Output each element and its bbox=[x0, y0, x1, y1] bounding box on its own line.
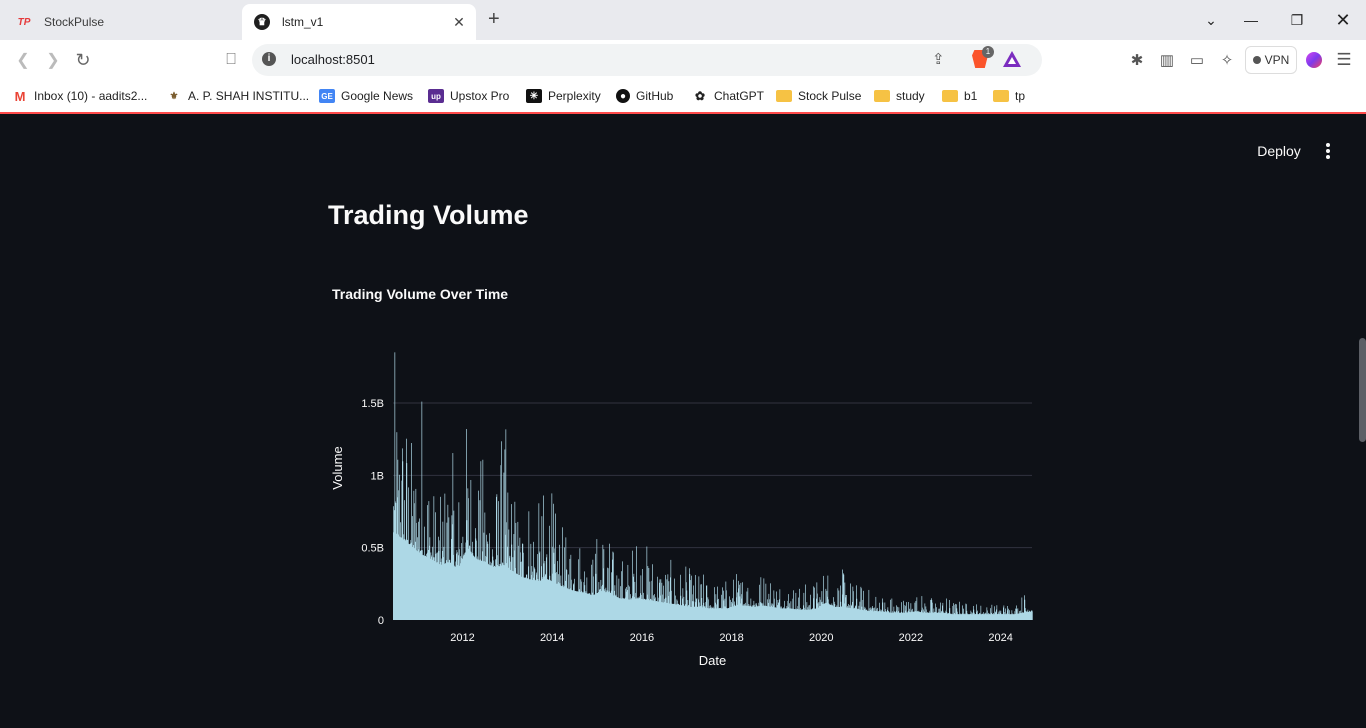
gmail-icon: M bbox=[14, 88, 26, 104]
minimize-icon[interactable]: — bbox=[1228, 0, 1274, 40]
brave-rewards-icon[interactable] bbox=[1003, 51, 1021, 67]
new-tab-icon[interactable]: + bbox=[488, 9, 500, 29]
bookmark-label: Upstox Pro bbox=[450, 89, 510, 103]
github-icon: ● bbox=[616, 89, 630, 103]
volume-chart[interactable]: 0 0.5B 1B 1.5B 2012 2014 2016 2018 2020 2022 2024 D… bbox=[320, 348, 1040, 678]
y-axis-title: Volume bbox=[330, 446, 345, 489]
page-scrollbar[interactable] bbox=[1359, 338, 1366, 442]
bookmark-label: Google News bbox=[341, 89, 414, 103]
bookmark-label: ChatGPT bbox=[714, 89, 765, 103]
page-title: Trading Volume bbox=[328, 200, 529, 230]
y-tick-label: 0.5B bbox=[361, 543, 384, 555]
y-tick-label: 0 bbox=[378, 615, 384, 627]
bookmark-label: b1 bbox=[964, 89, 978, 103]
wallet-icon[interactable]: ▭ bbox=[1187, 50, 1207, 70]
bookmark-label: GitHub bbox=[636, 89, 674, 103]
x-tick-label: 2018 bbox=[719, 632, 743, 644]
tab-strip: TP StockPulse ♛ lstm_v1 ✕ + ⌄ — ❐ ✕ bbox=[0, 0, 1366, 40]
vpn-label: VPN bbox=[1264, 53, 1290, 67]
bookmark-apshah[interactable]: ⚜ A. P. SHAH INSTITU... bbox=[166, 87, 310, 105]
streamlit-app: Deploy Trading Volume Trading Volume Ove… bbox=[0, 116, 1366, 728]
x-tick-label: 2022 bbox=[899, 632, 923, 644]
leo-ai-icon[interactable]: ✧ bbox=[1217, 50, 1237, 70]
bookmark-label: Perplexity bbox=[548, 89, 601, 103]
shields-count-badge: 1 bbox=[982, 46, 994, 58]
x-tick-label: 2016 bbox=[630, 632, 654, 644]
tab-lstm-v1[interactable]: ♛ lstm_v1 ✕ bbox=[242, 4, 476, 40]
upstox-icon: up bbox=[428, 89, 444, 103]
close-tab-icon[interactable]: ✕ bbox=[450, 13, 468, 31]
bookmark-folder-stock-pulse[interactable]: Stock Pulse bbox=[776, 87, 861, 105]
back-icon[interactable]: ❮ bbox=[10, 48, 36, 72]
reload-icon[interactable]: ↻ bbox=[70, 48, 96, 72]
extensions-icon[interactable]: ✱ bbox=[1127, 50, 1147, 70]
y-tick-label: 1B bbox=[371, 470, 384, 482]
menu-icon[interactable]: ☰ bbox=[1334, 50, 1354, 70]
bookmark-github[interactable]: ● GitHub bbox=[616, 87, 673, 105]
tab-title: lstm_v1 bbox=[282, 15, 324, 29]
perplexity-icon: ✳ bbox=[526, 89, 542, 103]
sidebar-icon[interactable]: ▥ bbox=[1157, 50, 1177, 70]
bookmark-label: Inbox (10) - aadits2... bbox=[34, 89, 148, 103]
college-icon: ⚜ bbox=[169, 90, 179, 102]
address-bar[interactable]: i localhost:8501 ⇪ 1 bbox=[252, 44, 1042, 76]
address-url[interactable]: localhost:8501 bbox=[291, 52, 375, 67]
restore-icon[interactable]: ❐ bbox=[1274, 0, 1320, 40]
y-tick-label: 1.5B bbox=[361, 398, 384, 410]
google-news-icon: GE bbox=[319, 89, 335, 103]
streamlit-icon: ♛ bbox=[254, 14, 270, 30]
bookmark-gmail[interactable]: M Inbox (10) - aadits2... bbox=[12, 87, 148, 105]
volume-bars bbox=[393, 352, 1033, 620]
deploy-button[interactable]: Deploy bbox=[1248, 141, 1310, 161]
vpn-button[interactable]: VPN bbox=[1245, 46, 1297, 74]
folder-icon bbox=[776, 90, 792, 102]
browser-toolbar: ❮ ❯ ↻ ⎕ i localhost:8501 ⇪ 1 ✱ ▥ ▭ ✧ VPN… bbox=[0, 40, 1366, 80]
stockpulse-icon: TP bbox=[17, 16, 31, 28]
bookmark-label: Stock Pulse bbox=[798, 89, 862, 103]
chart-title: Trading Volume Over Time bbox=[332, 286, 509, 302]
folder-icon bbox=[993, 90, 1009, 102]
x-tick-label: 2012 bbox=[450, 632, 474, 644]
bookmark-icon[interactable]: ⎕ bbox=[218, 48, 244, 72]
bookmark-perplexity[interactable]: ✳ Perplexity bbox=[526, 87, 601, 105]
main-menu-icon[interactable] bbox=[1318, 143, 1338, 159]
bookmark-google-news[interactable]: GE Google News bbox=[319, 87, 413, 105]
profile-avatar[interactable] bbox=[1306, 52, 1322, 68]
volume-bar bbox=[1032, 611, 1033, 620]
site-info-icon[interactable]: i bbox=[262, 52, 276, 66]
folder-icon bbox=[942, 90, 958, 102]
bookmark-label: A. P. SHAH INSTITU... bbox=[188, 89, 310, 103]
forward-icon[interactable]: ❯ bbox=[40, 48, 66, 72]
x-tick-label: 2024 bbox=[988, 632, 1012, 644]
vpn-status-icon bbox=[1252, 56, 1261, 64]
x-axis-title: Date bbox=[699, 653, 726, 668]
bookmark-folder-study[interactable]: study bbox=[874, 87, 925, 105]
x-tick-label: 2020 bbox=[809, 632, 833, 644]
bookmark-folder-tp[interactable]: tp bbox=[993, 87, 1025, 105]
folder-icon bbox=[874, 90, 890, 102]
bookmarks-bar: M Inbox (10) - aadits2... ⚜ A. P. SHAH INS… bbox=[0, 80, 1366, 114]
chatgpt-icon: ✿ bbox=[694, 89, 706, 103]
close-window-icon[interactable]: ✕ bbox=[1320, 0, 1366, 40]
tab-stockpulse[interactable]: TP StockPulse bbox=[8, 4, 240, 40]
tab-title: StockPulse bbox=[44, 15, 105, 29]
bookmark-chatgpt[interactable]: ✿ ChatGPT bbox=[692, 87, 764, 105]
bookmark-label: tp bbox=[1015, 89, 1026, 103]
bookmark-folder-b1[interactable]: b1 bbox=[942, 87, 977, 105]
bookmark-upstox[interactable]: up Upstox Pro bbox=[428, 87, 509, 105]
share-icon[interactable]: ⇪ bbox=[932, 50, 945, 68]
x-tick-label: 2014 bbox=[540, 632, 564, 644]
bookmark-label: study bbox=[896, 89, 925, 103]
